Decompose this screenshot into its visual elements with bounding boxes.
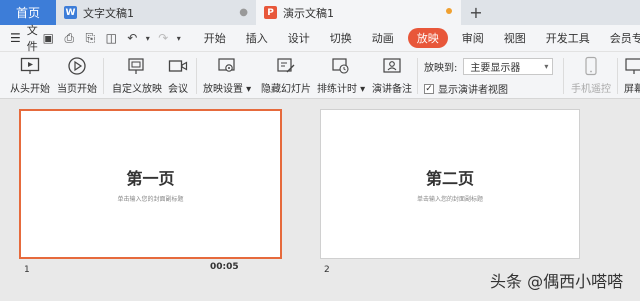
menu-item-start[interactable]: 开始 bbox=[194, 30, 236, 46]
rehearse-timing-button[interactable]: 排练计时 ▾ bbox=[317, 56, 365, 95]
presenter-view-label: 显示演讲者视图 bbox=[438, 85, 508, 96]
slide-subtitle: 单击输入您的封面副标题 bbox=[117, 196, 184, 203]
file-menu[interactable]: ☰ 文件 bbox=[0, 22, 38, 54]
file-menu-label: 文件 bbox=[26, 24, 38, 53]
phone-remote-button[interactable]: 手机遥控 bbox=[571, 56, 611, 95]
custom-show-label: 自定义放映 bbox=[112, 84, 162, 95]
save-icon[interactable]: ▣ bbox=[38, 31, 59, 45]
presenter-view-row[interactable]: ✓ 显示演讲者视图 bbox=[424, 81, 508, 96]
timer-icon bbox=[330, 56, 352, 76]
menu-item-transition[interactable]: 切换 bbox=[320, 30, 362, 46]
redo-icon[interactable]: ↷ bbox=[153, 31, 174, 45]
from-current-button[interactable]: 当页开始 bbox=[57, 56, 97, 95]
writer-doc-icon: W bbox=[64, 6, 77, 19]
chevron-down-icon: ▾ bbox=[544, 62, 549, 71]
from-start-button[interactable]: 从头开始 bbox=[10, 56, 50, 95]
hide-slide-button[interactable]: 隐藏幻灯片 bbox=[261, 56, 311, 95]
new-tab-button[interactable]: + bbox=[461, 0, 491, 25]
ribbon-slideshow: 从头开始 当页开始 自定义放映 会议 放映设置 ▾ 隐藏幻灯片 排练计时 ▾ 演… bbox=[0, 52, 640, 99]
menu-item-developer[interactable]: 开发工具 bbox=[536, 30, 600, 46]
show-to-select[interactable]: 主要显示器 ▾ bbox=[463, 58, 554, 75]
tab-presentation-label: 演示文稿1 bbox=[283, 6, 334, 20]
from-current-label: 当页开始 bbox=[57, 84, 97, 95]
phone-remote-label: 手机遥控 bbox=[571, 84, 611, 95]
menu-item-review[interactable]: 审阅 bbox=[452, 30, 494, 46]
hide-slide-label: 隐藏幻灯片 bbox=[261, 84, 311, 95]
screen-button[interactable]: 屏幕 bbox=[623, 56, 640, 95]
rehearse-timing-label: 排练计时 ▾ bbox=[317, 84, 366, 95]
slide-title: 第一页 bbox=[126, 169, 175, 188]
custom-show-button[interactable]: 自定义放映 bbox=[112, 56, 162, 95]
quick-access-toolbar: ▣ ⎙ ⎘ ◫ ↶ ▾ ↷ ▾ bbox=[38, 31, 184, 46]
print-preview-icon[interactable]: ◫ bbox=[101, 31, 122, 45]
custom-show-icon bbox=[126, 56, 148, 76]
divider bbox=[617, 58, 618, 94]
speaker-notes-label: 演讲备注 bbox=[372, 84, 412, 95]
divider bbox=[563, 58, 564, 94]
tab-document[interactable]: W 文字文稿1 ● bbox=[56, 0, 256, 25]
hide-slide-icon bbox=[275, 56, 297, 76]
slide-number: 1 bbox=[24, 265, 30, 275]
menu-item-view[interactable]: 视图 bbox=[494, 30, 536, 46]
divider bbox=[103, 58, 104, 94]
speaker-notes-button[interactable]: 演讲备注 bbox=[372, 56, 412, 95]
play-from-start-icon bbox=[19, 56, 41, 76]
meeting-label: 会议 bbox=[168, 84, 188, 95]
menu-item-insert[interactable]: 插入 bbox=[236, 30, 278, 46]
slide-title: 第二页 bbox=[425, 169, 474, 188]
hamburger-icon: ☰ bbox=[10, 31, 21, 45]
menu-items: 开始 插入 设计 切换 动画 放映 审阅 视图 开发工具 会员专享 bbox=[194, 28, 640, 48]
play-circle-icon bbox=[66, 56, 88, 76]
slide-thumbnail[interactable]: 第二页 单击输入您的封面副标题 bbox=[320, 109, 580, 259]
menu-item-member[interactable]: 会员专享 bbox=[600, 30, 640, 46]
menu-bar: ☰ 文件 ▣ ⎙ ⎘ ◫ ↶ ▾ ↷ ▾ 开始 插入 设计 切换 动画 放映 审… bbox=[0, 22, 640, 54]
slide-subtitle: 单击输入您的封面副标题 bbox=[416, 196, 483, 203]
menu-item-slideshow[interactable]: 放映 bbox=[407, 28, 448, 48]
show-to-label: 放映到: bbox=[424, 63, 458, 74]
camera-icon bbox=[167, 56, 189, 76]
show-settings-label: 放映设置 ▾ bbox=[203, 84, 252, 95]
watermark: 头条 @偶西小嗒嗒 bbox=[490, 272, 624, 291]
close-icon[interactable]: ● bbox=[239, 7, 248, 18]
from-start-label: 从头开始 bbox=[10, 84, 50, 95]
show-to-row: 放映到: 主要显示器 ▾ bbox=[424, 58, 554, 75]
meeting-button[interactable]: 会议 bbox=[167, 56, 189, 95]
undo-dropdown-icon[interactable]: ▾ bbox=[143, 34, 153, 43]
undo-icon[interactable]: ↶ bbox=[122, 31, 143, 45]
customize-dropdown-icon[interactable]: ▾ bbox=[174, 34, 184, 43]
menu-item-animation[interactable]: 动画 bbox=[362, 30, 404, 46]
divider bbox=[417, 58, 418, 94]
tab-document-label: 文字文稿1 bbox=[83, 6, 134, 20]
show-settings-button[interactable]: 放映设置 ▾ bbox=[203, 56, 251, 95]
menu-item-design[interactable]: 设计 bbox=[278, 30, 320, 46]
slide-timing: 00:05 bbox=[210, 262, 239, 272]
unsaved-dot-icon bbox=[446, 8, 452, 14]
presenter-view-checkbox[interactable]: ✓ bbox=[424, 83, 434, 94]
slide-number: 2 bbox=[324, 265, 330, 275]
show-to-value: 主要显示器 bbox=[470, 63, 521, 74]
divider bbox=[196, 58, 197, 94]
screen-icon bbox=[623, 56, 640, 76]
print-icon[interactable]: ⎘ bbox=[80, 31, 101, 46]
tab-presentation[interactable]: P 演示文稿1 bbox=[256, 0, 461, 25]
speaker-notes-icon bbox=[381, 56, 403, 76]
phone-icon bbox=[580, 56, 602, 76]
export-pdf-icon[interactable]: ⎙ bbox=[59, 31, 80, 46]
tab-bar: 首页 W 文字文稿1 ● P 演示文稿1 + bbox=[0, 0, 640, 25]
screen-label: 屏幕 bbox=[624, 84, 640, 95]
slide-thumbnail[interactable]: 第一页 单击输入您的封面副标题 bbox=[19, 109, 282, 259]
settings-monitor-icon bbox=[216, 56, 238, 76]
presentation-doc-icon: P bbox=[264, 6, 277, 19]
